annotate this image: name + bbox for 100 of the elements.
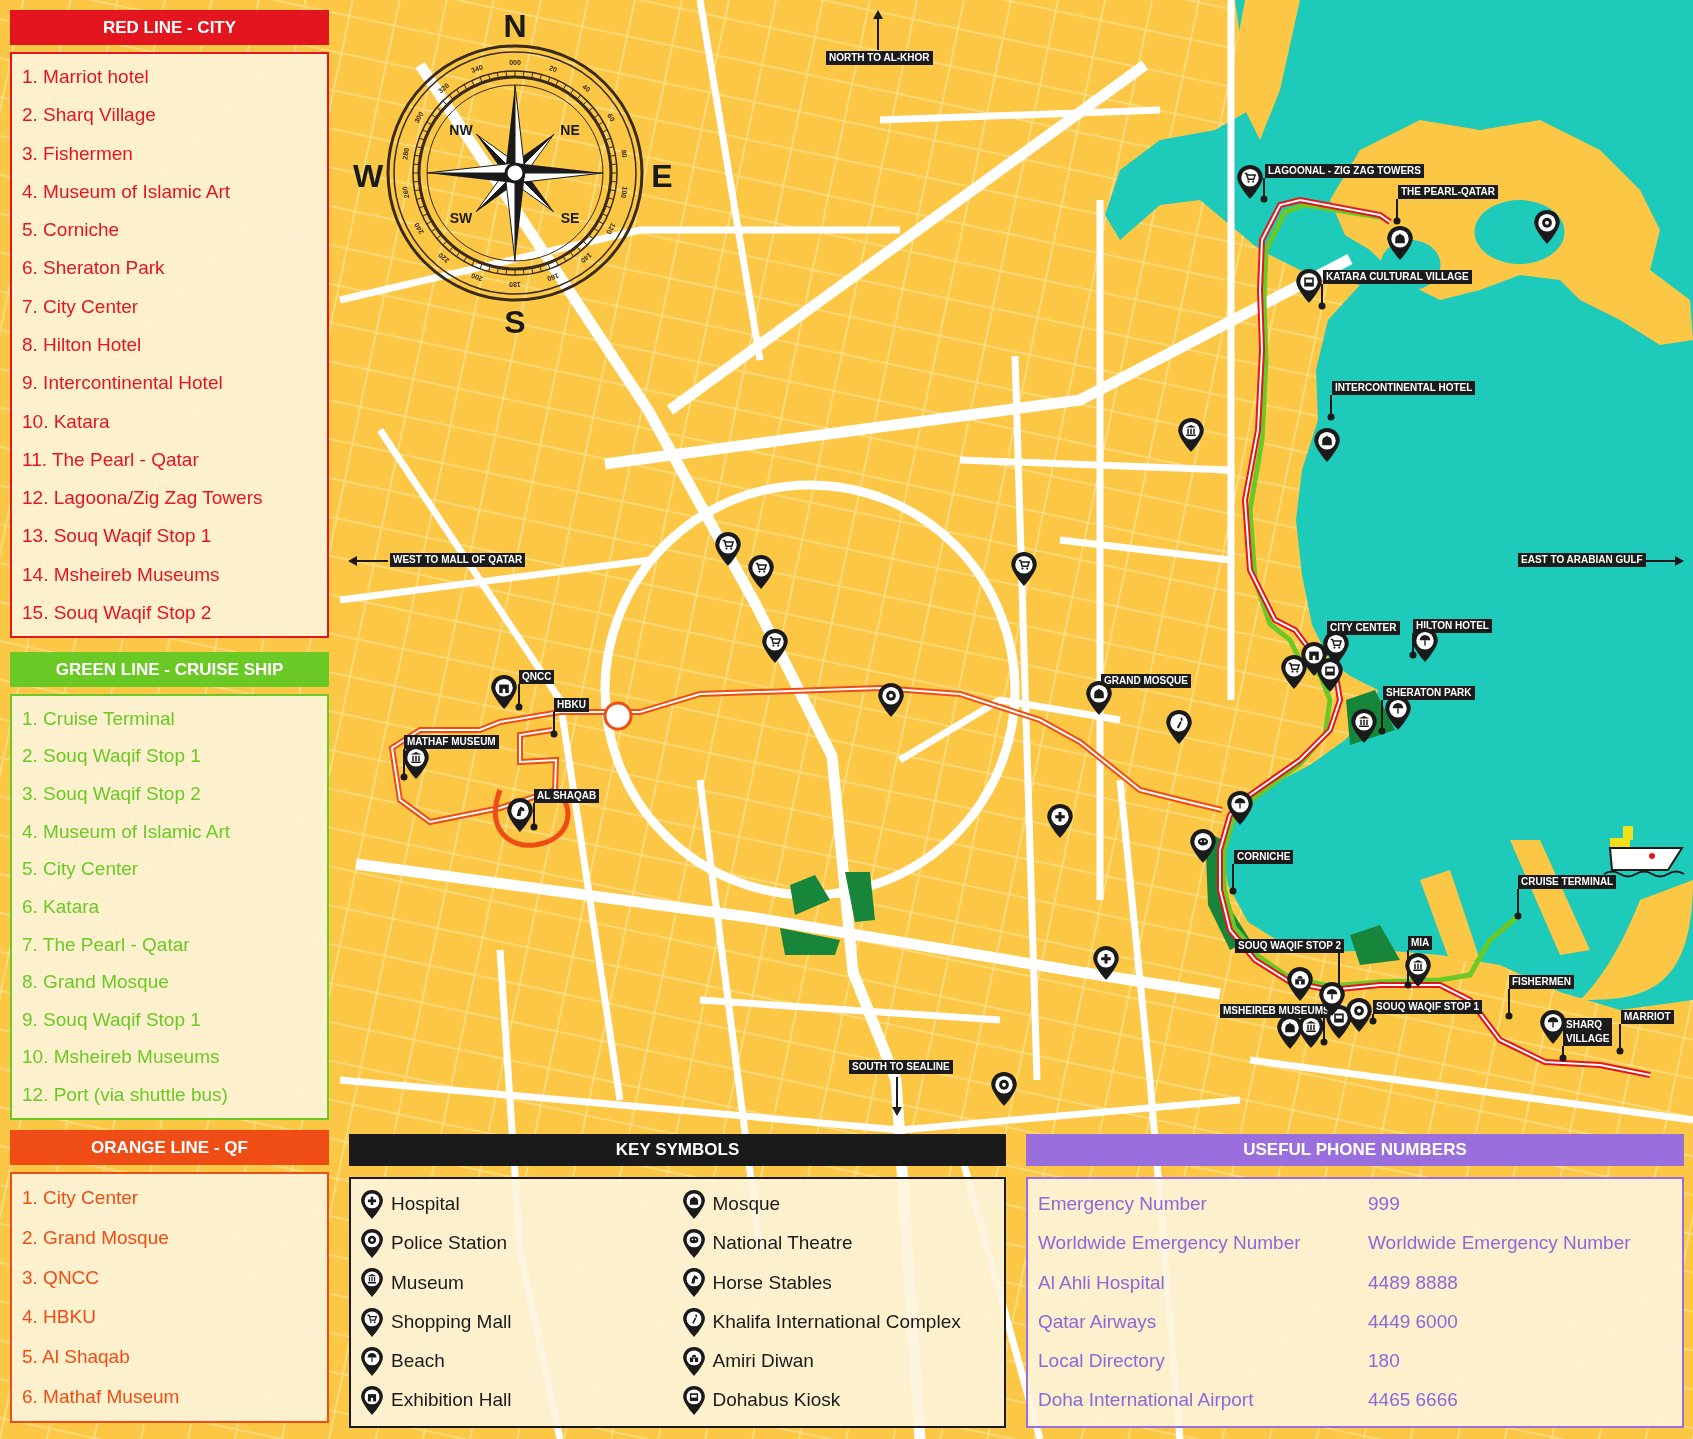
legend-label: Museum <box>391 1270 464 1295</box>
stop-label: HBKU <box>554 698 589 712</box>
cross-pin-icon <box>361 1190 383 1220</box>
phone-contact-name: Emergency Number <box>1038 1192 1208 1217</box>
horse-pin-icon <box>682 1268 705 1298</box>
stop-label: QNCC <box>519 670 555 684</box>
route-stop: 5. Al Shaqab <box>22 1345 131 1370</box>
stop-label: HILTON HOTEL <box>1413 619 1492 633</box>
route-stop: 8. Grand Mosque <box>22 970 170 995</box>
umbrella-pin-icon <box>1540 1010 1566 1044</box>
stop-label: CITY CENTER <box>1327 621 1400 635</box>
route-stop: 1. Cruise Terminal <box>22 706 176 731</box>
legend-label: Mosque <box>712 1192 781 1217</box>
stop-label: CORNICHE <box>1234 850 1294 864</box>
route-stop: 10. Katara <box>22 409 111 434</box>
route-stop: 2. Souq Waqif Stop 1 <box>22 744 202 769</box>
route-stop: 7. City Center <box>22 294 140 319</box>
phone-number: 4489 8888 <box>1368 1270 1459 1295</box>
direction-arrow <box>348 556 389 566</box>
leader-line <box>550 711 558 738</box>
columns-pin-icon <box>361 1268 383 1298</box>
leader-line <box>1409 632 1417 659</box>
mask-pin-icon <box>1190 829 1216 863</box>
building-pin-icon <box>1301 642 1327 676</box>
stop-label: FISHERMEN <box>1509 975 1574 989</box>
stop-label: INTERCONTINENTAL HOTEL <box>1332 381 1476 395</box>
torch-pin-icon <box>1166 710 1192 744</box>
leader-line <box>1327 394 1335 421</box>
dome-pin-icon <box>1387 226 1413 260</box>
route-stop: 10. Msheireb Museums <box>22 1045 221 1070</box>
legend-label: Amiri Diwan <box>712 1349 814 1373</box>
legend-label: National Theatre <box>712 1231 853 1256</box>
route-stop: 14. Msheireb Museums <box>22 562 221 587</box>
cross-pin-icon <box>1047 804 1073 838</box>
direction-label: SOUTH TO SEALINE <box>849 1060 953 1074</box>
route-stop: 3. Fishermen <box>22 141 134 166</box>
phone-contact-name: Qatar Airways <box>1038 1309 1158 1334</box>
horse-pin-icon <box>507 798 533 832</box>
leader-line <box>1378 699 1386 735</box>
stop-label: GRAND MOSQUE <box>1101 674 1191 688</box>
cart-pin-icon <box>1281 655 1307 689</box>
stop-label: SHARQ VILLAGE <box>1563 1018 1613 1046</box>
phone-number: 4449 6000 <box>1368 1309 1459 1334</box>
phone-contact-name: Local Directory <box>1038 1349 1166 1373</box>
palace-pin-icon <box>1287 967 1313 1001</box>
badge-pin-icon <box>878 683 904 717</box>
leader-line <box>1514 888 1522 920</box>
leader-line <box>530 802 538 831</box>
leader-line <box>1393 198 1401 225</box>
route-stop: 4. HBKU <box>22 1305 97 1330</box>
phone-number: 4465 6666 <box>1368 1388 1459 1413</box>
stop-label: SHERATON PARK <box>1383 686 1475 700</box>
phone-number: 180 <box>1368 1349 1401 1373</box>
columns-pin-icon <box>1178 418 1204 452</box>
phone-contact-name: Al Ahli Hospital <box>1038 1270 1166 1295</box>
badge-pin-icon <box>361 1229 383 1259</box>
panel-title: USEFUL PHONE NUMBERS <box>1026 1134 1684 1166</box>
compass-direction-label: SE <box>560 210 580 226</box>
route-stop: 4. Museum of Islamic Art <box>22 819 231 844</box>
phone-contact-name: Worldwide Emergency Number <box>1038 1231 1302 1256</box>
route-stop: 5. Corniche <box>22 218 121 243</box>
stop-label: MIA <box>1408 936 1433 950</box>
stop-label: CRUISE TERMINAL <box>1518 875 1617 889</box>
cart-pin-icon <box>361 1307 383 1337</box>
route-title: ORANGE LINE - QF <box>10 1130 329 1165</box>
stop-label: LAGOONAL - ZIG ZAG TOWERS <box>1265 164 1424 178</box>
route-stop: 11. The Pearl - Qatar <box>22 447 200 472</box>
stop-label: MATHAF MUSEUM <box>404 735 499 749</box>
route-stop: 7. The Pearl - Qatar <box>22 932 191 957</box>
direction-label: WEST TO MALL OF QATAR <box>390 553 526 567</box>
columns-pin-icon <box>1351 709 1377 743</box>
stop-label: MARRIOT <box>1621 1010 1674 1024</box>
route-stop: 2. Sharq Village <box>22 103 157 128</box>
leader-line <box>400 748 408 781</box>
dome-pin-icon <box>1277 1015 1303 1049</box>
cart-pin-icon <box>1011 552 1037 586</box>
route-stop: 6. Mathaf Museum <box>22 1385 181 1410</box>
route-stop: 3. Souq Waqif Stop 2 <box>22 782 202 807</box>
legend-label: Shopping Mall <box>391 1309 512 1334</box>
leader-line <box>1505 988 1513 1020</box>
leader-line <box>1320 1017 1328 1046</box>
compass-direction-label: E <box>651 158 673 194</box>
compass-direction-label: W <box>352 158 384 194</box>
stop-label: KATARA CULTURAL VILLAGE <box>1323 270 1472 284</box>
route-stop: 13. Souq Waqif Stop 1 <box>22 524 213 549</box>
kiosk-pin-icon <box>1296 269 1322 303</box>
leader-line <box>1616 1023 1624 1055</box>
legend-label: Police Station <box>391 1231 508 1256</box>
badge-pin-icon <box>1534 210 1560 244</box>
direction-label: NORTH TO AL-KHOR <box>826 51 933 65</box>
dome-pin-icon <box>1314 428 1340 462</box>
cart-pin-icon <box>748 555 774 589</box>
leader-line <box>1404 949 1412 989</box>
palace-pin-icon <box>682 1346 705 1376</box>
umbrella-pin-icon <box>1412 628 1438 662</box>
legend-label: Dohabus Kiosk <box>712 1388 841 1413</box>
cart-pin-icon <box>1237 165 1263 199</box>
phone-number: 999 <box>1368 1192 1401 1217</box>
route-stop: 4. Museum of Islamic Art <box>22 179 231 204</box>
leader-line <box>1260 177 1268 203</box>
